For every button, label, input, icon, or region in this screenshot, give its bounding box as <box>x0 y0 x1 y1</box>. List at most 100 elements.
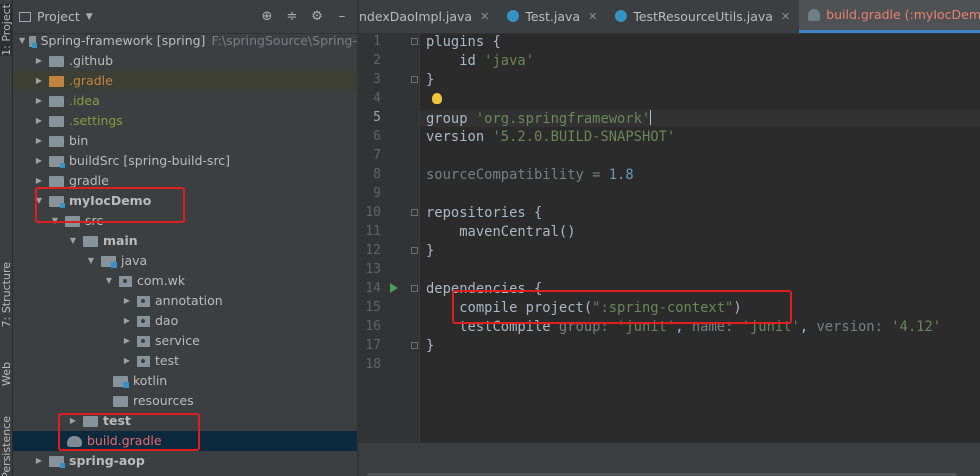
fold-marker-icon[interactable] <box>411 285 418 292</box>
line-number: 3 <box>373 72 381 87</box>
tree-item-label: java <box>121 253 148 268</box>
tree-item-label: buildSrc [spring-build-src] <box>69 153 231 168</box>
close-icon[interactable]: ✕ <box>781 10 790 23</box>
tree-item-bin[interactable]: ▶ bin <box>13 131 357 151</box>
web-tool-tab[interactable]: Web <box>0 362 13 386</box>
line-number: 14 <box>365 281 381 296</box>
chevron-down-icon[interactable]: ▼ <box>86 12 93 22</box>
chevron-down-icon[interactable]: ▼ <box>19 31 25 51</box>
chevron-down-icon[interactable]: ▼ <box>85 251 97 271</box>
tree-item-test-package[interactable]: ▶ test <box>13 351 357 371</box>
fold-marker-icon[interactable] <box>411 247 418 254</box>
editor-bottom-area <box>359 442 980 476</box>
gear-icon[interactable]: ⚙ <box>310 9 324 24</box>
structure-tool-tab[interactable]: 7: Structure <box>0 262 13 327</box>
chevron-right-icon[interactable]: ▶ <box>33 151 45 171</box>
tree-item-label: annotation <box>155 293 223 308</box>
tree-item-annotation[interactable]: ▶ annotation <box>13 291 357 311</box>
code-line-2: id 'java' <box>426 53 534 69</box>
project-view-icon <box>19 11 31 22</box>
tree-item-github[interactable]: ▶ .github <box>13 51 357 71</box>
chevron-right-icon[interactable]: ▶ <box>121 311 133 331</box>
line-number: 6 <box>373 129 381 144</box>
line-number: 4 <box>373 91 381 106</box>
line-number: 18 <box>365 357 381 372</box>
tree-item-gradle-cache[interactable]: ▶ .gradle <box>13 71 357 91</box>
annotation-box-test-build-gradle <box>58 413 200 451</box>
tab-build-gradle[interactable]: build.gradle (:myIocDemo) <box>799 0 980 33</box>
close-icon[interactable]: ✕ <box>480 10 489 23</box>
folder-icon <box>49 135 64 147</box>
tree-item-root[interactable]: ▼ Spring-framework [spring] F:\springSou… <box>13 31 357 51</box>
fold-marker-icon[interactable] <box>411 209 418 216</box>
project-panel-title[interactable]: Project <box>37 9 80 24</box>
package-icon <box>119 275 132 287</box>
annotation-box-myiocdemo <box>35 187 185 223</box>
package-icon <box>137 335 150 347</box>
code-line-8: sourceCompatibility = 1.8 <box>426 167 634 183</box>
code-line-1: plugins { <box>426 34 501 50</box>
tree-item-settings[interactable]: ▶ .settings <box>13 111 357 131</box>
tree-item-com-wk[interactable]: ▼ com.wk <box>13 271 357 291</box>
editor-gutter: 1 2 3 4 5 6 7 8 9 10 11 12 13 14 15 16 1… <box>359 34 419 476</box>
persistence-tool-tab[interactable]: Persistence <box>0 416 13 476</box>
tab-label: build.gradle (:myIocDemo) <box>826 7 980 22</box>
chevron-down-icon[interactable]: ▼ <box>103 271 115 291</box>
tree-item-label: service <box>155 333 200 348</box>
tree-item-main[interactable]: ▼ main <box>13 231 357 251</box>
chevron-right-icon[interactable]: ▶ <box>33 51 45 71</box>
chevron-right-icon[interactable]: ▶ <box>121 351 133 371</box>
tree-item-buildsrc[interactable]: ▶ buildSrc [spring-build-src] <box>13 151 357 171</box>
tab-label: ndexDaoImpl.java <box>359 8 473 24</box>
chevron-right-icon[interactable]: ▶ <box>121 331 133 351</box>
line-number: 15 <box>365 300 381 315</box>
annotation-box-compile-line <box>452 290 792 324</box>
minimize-icon[interactable]: – <box>335 9 349 24</box>
code-line-6: version '5.2.0.BUILD-SNAPSHOT' <box>426 129 676 145</box>
tab-test-java[interactable]: Test.java ✕ <box>498 0 606 33</box>
project-tool-tab[interactable]: 1: Project <box>0 4 13 56</box>
code-line-12: } <box>426 243 435 259</box>
chevron-right-icon[interactable]: ▶ <box>33 131 45 151</box>
close-icon[interactable]: ✕ <box>588 10 597 23</box>
line-number: 9 <box>373 186 381 201</box>
chevron-down-icon[interactable]: ▼ <box>67 231 79 251</box>
tree-item-label: .idea <box>69 93 100 108</box>
chevron-right-icon[interactable]: ▶ <box>121 291 133 311</box>
run-gutter-icon[interactable] <box>390 283 398 293</box>
source-folder-icon <box>101 255 117 268</box>
fold-marker-icon[interactable] <box>411 342 418 349</box>
tab-testresourceutils[interactable]: TestResourceUtils.java ✕ <box>606 0 799 33</box>
folder-icon <box>113 395 128 407</box>
tree-item-resources[interactable]: resources <box>13 391 357 411</box>
chevron-right-icon[interactable]: ▶ <box>33 451 45 471</box>
tree-item-java[interactable]: ▼ java <box>13 251 357 271</box>
gradle-icon <box>808 8 821 21</box>
chevron-right-icon[interactable]: ▶ <box>33 111 45 131</box>
line-number: 17 <box>365 338 381 353</box>
code-line-11: mavenCentral() <box>426 224 576 240</box>
folder-icon <box>49 115 64 127</box>
project-tree: ▼ Spring-framework [spring] F:\springSou… <box>13 31 357 471</box>
lightbulb-icon[interactable] <box>432 93 442 104</box>
text-caret <box>650 110 652 125</box>
tab-label: TestResourceUtils.java <box>633 8 773 24</box>
tree-item-label: test <box>155 353 180 368</box>
tab-indexdaoimpl[interactable]: ndexDaoImpl.java ✕ <box>359 0 498 33</box>
code-editor[interactable]: plugins { id 'java' } group 'org.springf… <box>420 34 980 442</box>
tree-item-dao[interactable]: ▶ dao <box>13 311 357 331</box>
tree-item-kotlin[interactable]: kotlin <box>13 371 357 391</box>
tree-item-service[interactable]: ▶ service <box>13 331 357 351</box>
fold-marker-icon[interactable] <box>411 76 418 83</box>
target-icon[interactable]: ⊕ <box>260 9 274 24</box>
tree-item-spring-aop[interactable]: ▶ spring-aop <box>13 451 357 471</box>
chevron-right-icon[interactable]: ▶ <box>33 91 45 111</box>
folder-icon <box>83 235 98 247</box>
chevron-right-icon[interactable]: ▶ <box>33 71 45 91</box>
line-number: 13 <box>365 262 381 277</box>
collapse-icon[interactable]: ≑ <box>285 9 299 24</box>
tree-item-idea[interactable]: ▶ .idea <box>13 91 357 111</box>
fold-marker-icon[interactable] <box>411 38 418 45</box>
module-folder-icon <box>29 35 38 48</box>
code-line-3: } <box>426 72 435 88</box>
